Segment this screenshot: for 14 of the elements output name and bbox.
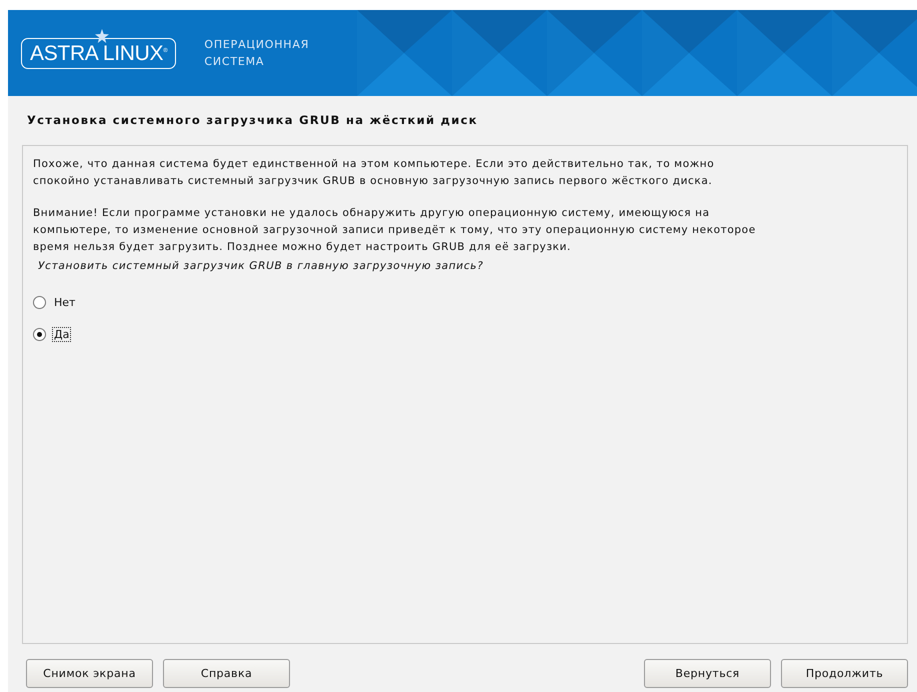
footer-button[interactable]: Продолжить — [781, 659, 908, 688]
page-title: Установка системного загрузчика GRUB на жёсткий диск — [26, 112, 479, 129]
radio-button[interactable] — [33, 296, 46, 308]
option-label[interactable]: Да — [53, 328, 70, 340]
footer-button[interactable]: Вернуться — [644, 659, 771, 688]
star-icon — [95, 28, 109, 42]
question-text: Установить системный загрузчик GRUB в главную загрузочную запись? — [37, 260, 484, 272]
logo-subtitle: ОПЕРАЦИОННАЯ СИСТЕМА — [204, 37, 310, 70]
footer-button[interactable]: Снимок экрана — [26, 659, 153, 688]
footer-button[interactable]: Справка — [163, 659, 290, 688]
description-text: Внимание! Если программе установки не удалось обнаружить другую операционную систему, имеющуюся на компьютере, то изменение основной загрузочной записи приведёт к тому, что эту операционную систему некоторое время нельзя будет загрузить. Позднее можно будет настроить GRUB для её загрузки. — [33, 206, 757, 255]
option-label[interactable]: Нет — [53, 296, 76, 308]
description-text: Похоже, что данная система будет единственной на этом компьютере. Если это действительно так, то можно спокойно устанавливать системный загрузчик GRUB в основную загрузочную запись первого жёсткого диска. — [33, 157, 716, 189]
radio-button[interactable] — [33, 328, 46, 340]
